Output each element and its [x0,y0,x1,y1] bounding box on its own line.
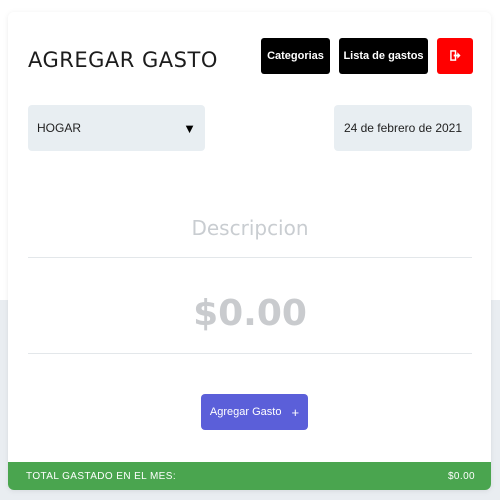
total-label: TOTAL GASTADO EN EL MES: [26,470,177,482]
add-expense-button[interactable]: Agregar Gasto + [201,394,308,430]
monthly-total-bar: TOTAL GASTADO EN EL MES: $0.00 [8,462,491,490]
add-expense-button-label: Agregar Gasto [209,406,282,418]
expense-list-button[interactable]: Lista de gastos [339,38,428,74]
logout-button[interactable] [437,38,473,74]
chevron-down-icon: ▼ [183,120,196,136]
amount-input[interactable] [28,274,472,354]
categories-button[interactable]: Categorias [261,38,330,74]
add-expense-card: AGREGAR GASTO Categorias Lista de gastos… [8,12,491,490]
plus-icon: + [291,404,300,420]
category-select[interactable]: HOGAR ▼ [28,105,205,151]
description-input[interactable] [28,198,472,258]
date-picker[interactable]: 24 de febrero de 2021 [334,105,472,151]
page-title: AGREGAR GASTO [28,48,218,72]
sign-out-icon [449,49,461,64]
category-select-value: HOGAR [37,121,82,135]
total-value: $0.00 [447,470,475,482]
